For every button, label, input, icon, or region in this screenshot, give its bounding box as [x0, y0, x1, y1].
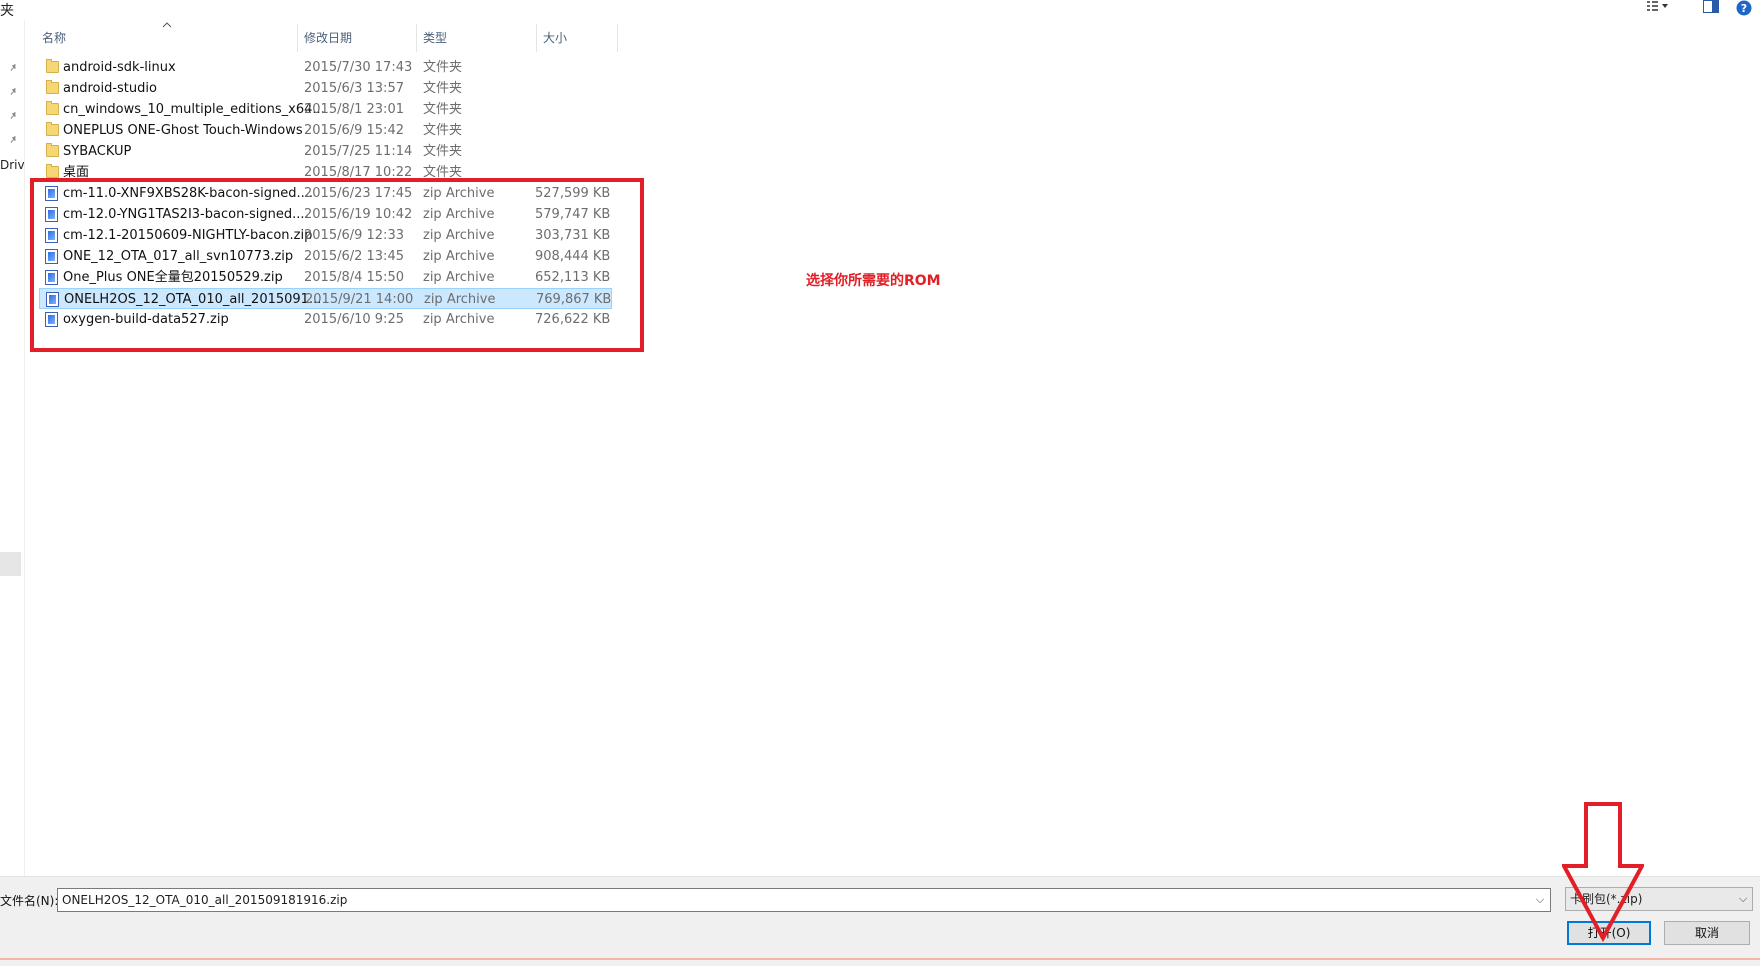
- file-size: [535, 57, 650, 78]
- folder-icon: [46, 59, 59, 73]
- pin-icon: [8, 134, 22, 148]
- file-date: 2015/6/3 13:57: [304, 81, 404, 96]
- annotation-highlight-box: [30, 178, 644, 352]
- file-type: 文件夹: [423, 60, 463, 75]
- navigation-pane[interactable]: [0, 20, 25, 880]
- folder-row[interactable]: SYBACKUP 2015/7/25 11:14 文件夹: [39, 141, 612, 162]
- svg-text:?: ?: [1741, 2, 1747, 15]
- folder-row[interactable]: android-sdk-linux 2015/7/30 17:43 文件夹: [39, 57, 612, 78]
- view-options-icon[interactable]: [1646, 0, 1670, 14]
- file-size: [535, 141, 650, 162]
- file-size: [535, 99, 650, 120]
- help-icon[interactable]: ?: [1736, 0, 1752, 16]
- chevron-down-icon[interactable]: ⌵: [1734, 888, 1752, 910]
- file-size: [535, 78, 650, 99]
- column-divider[interactable]: [536, 24, 537, 52]
- file-size: [535, 120, 650, 141]
- window-bottom-border: [0, 958, 1760, 960]
- folder-icon: [46, 122, 59, 136]
- file-date: 2015/7/25 11:14: [304, 144, 413, 159]
- window-title-fragment: 夹: [0, 3, 14, 19]
- file-name: cn_windows_10_multiple_editions_x64...: [63, 102, 325, 117]
- drive-label-fragment[interactable]: Driv: [0, 158, 25, 172]
- file-name: android-studio: [63, 81, 157, 96]
- file-size: [535, 162, 612, 179]
- file-type: 文件夹: [423, 81, 463, 96]
- folder-row[interactable]: ONEPLUS ONE-Ghost Touch-Windows 2015/6/9…: [39, 120, 612, 141]
- filename-input[interactable]: ONELH2OS_12_OTA_010_all_201509181916.zip…: [57, 888, 1551, 912]
- file-type: 文件夹: [423, 165, 463, 179]
- column-header-name[interactable]: 名称: [42, 24, 292, 52]
- chevron-down-icon[interactable]: ⌵: [1530, 889, 1550, 911]
- file-date: 2015/6/9 15:42: [304, 123, 404, 138]
- folder-icon: [46, 164, 59, 178]
- file-name: ONEPLUS ONE-Ghost Touch-Windows: [63, 123, 303, 138]
- pin-icon: [8, 110, 22, 124]
- column-divider[interactable]: [297, 24, 298, 52]
- pin-icon: [8, 86, 22, 100]
- folder-icon: [46, 80, 59, 94]
- file-name: SYBACKUP: [63, 144, 132, 159]
- column-header-date[interactable]: 修改日期: [304, 24, 414, 52]
- filename-value: ONELH2OS_12_OTA_010_all_201509181916.zip: [62, 893, 348, 907]
- folder-icon: [46, 143, 59, 157]
- filename-label: 文件名(N):: [0, 894, 59, 908]
- file-type: 文件夹: [423, 102, 463, 117]
- file-type: 文件夹: [423, 123, 463, 138]
- file-date: 2015/8/1 23:01: [304, 102, 404, 117]
- column-header-type[interactable]: 类型: [423, 24, 533, 52]
- folder-icon: [46, 101, 59, 115]
- file-type: 文件夹: [423, 144, 463, 159]
- column-divider[interactable]: [617, 24, 618, 52]
- folder-row[interactable]: cn_windows_10_multiple_editions_x64... 2…: [39, 99, 612, 120]
- file-name: android-sdk-linux: [63, 60, 176, 75]
- preview-pane-icon[interactable]: [1703, 0, 1719, 14]
- folder-row[interactable]: android-studio 2015/6/3 13:57 文件夹: [39, 78, 612, 99]
- nav-scrollbar[interactable]: [0, 552, 21, 576]
- annotation-note: 选择你所需要的ROM: [806, 273, 941, 289]
- annotation-arrow-icon: [1562, 802, 1644, 942]
- file-name: 桌面: [63, 165, 90, 179]
- file-date: 2015/8/17 10:22: [304, 165, 413, 179]
- cancel-button[interactable]: 取消: [1664, 921, 1750, 945]
- pin-icon: [8, 62, 22, 76]
- column-divider[interactable]: [416, 24, 417, 52]
- folder-row[interactable]: 桌面 2015/8/17 10:22 文件夹: [39, 162, 612, 179]
- file-date: 2015/7/30 17:43: [304, 60, 413, 75]
- column-header-size[interactable]: 大小: [543, 24, 613, 52]
